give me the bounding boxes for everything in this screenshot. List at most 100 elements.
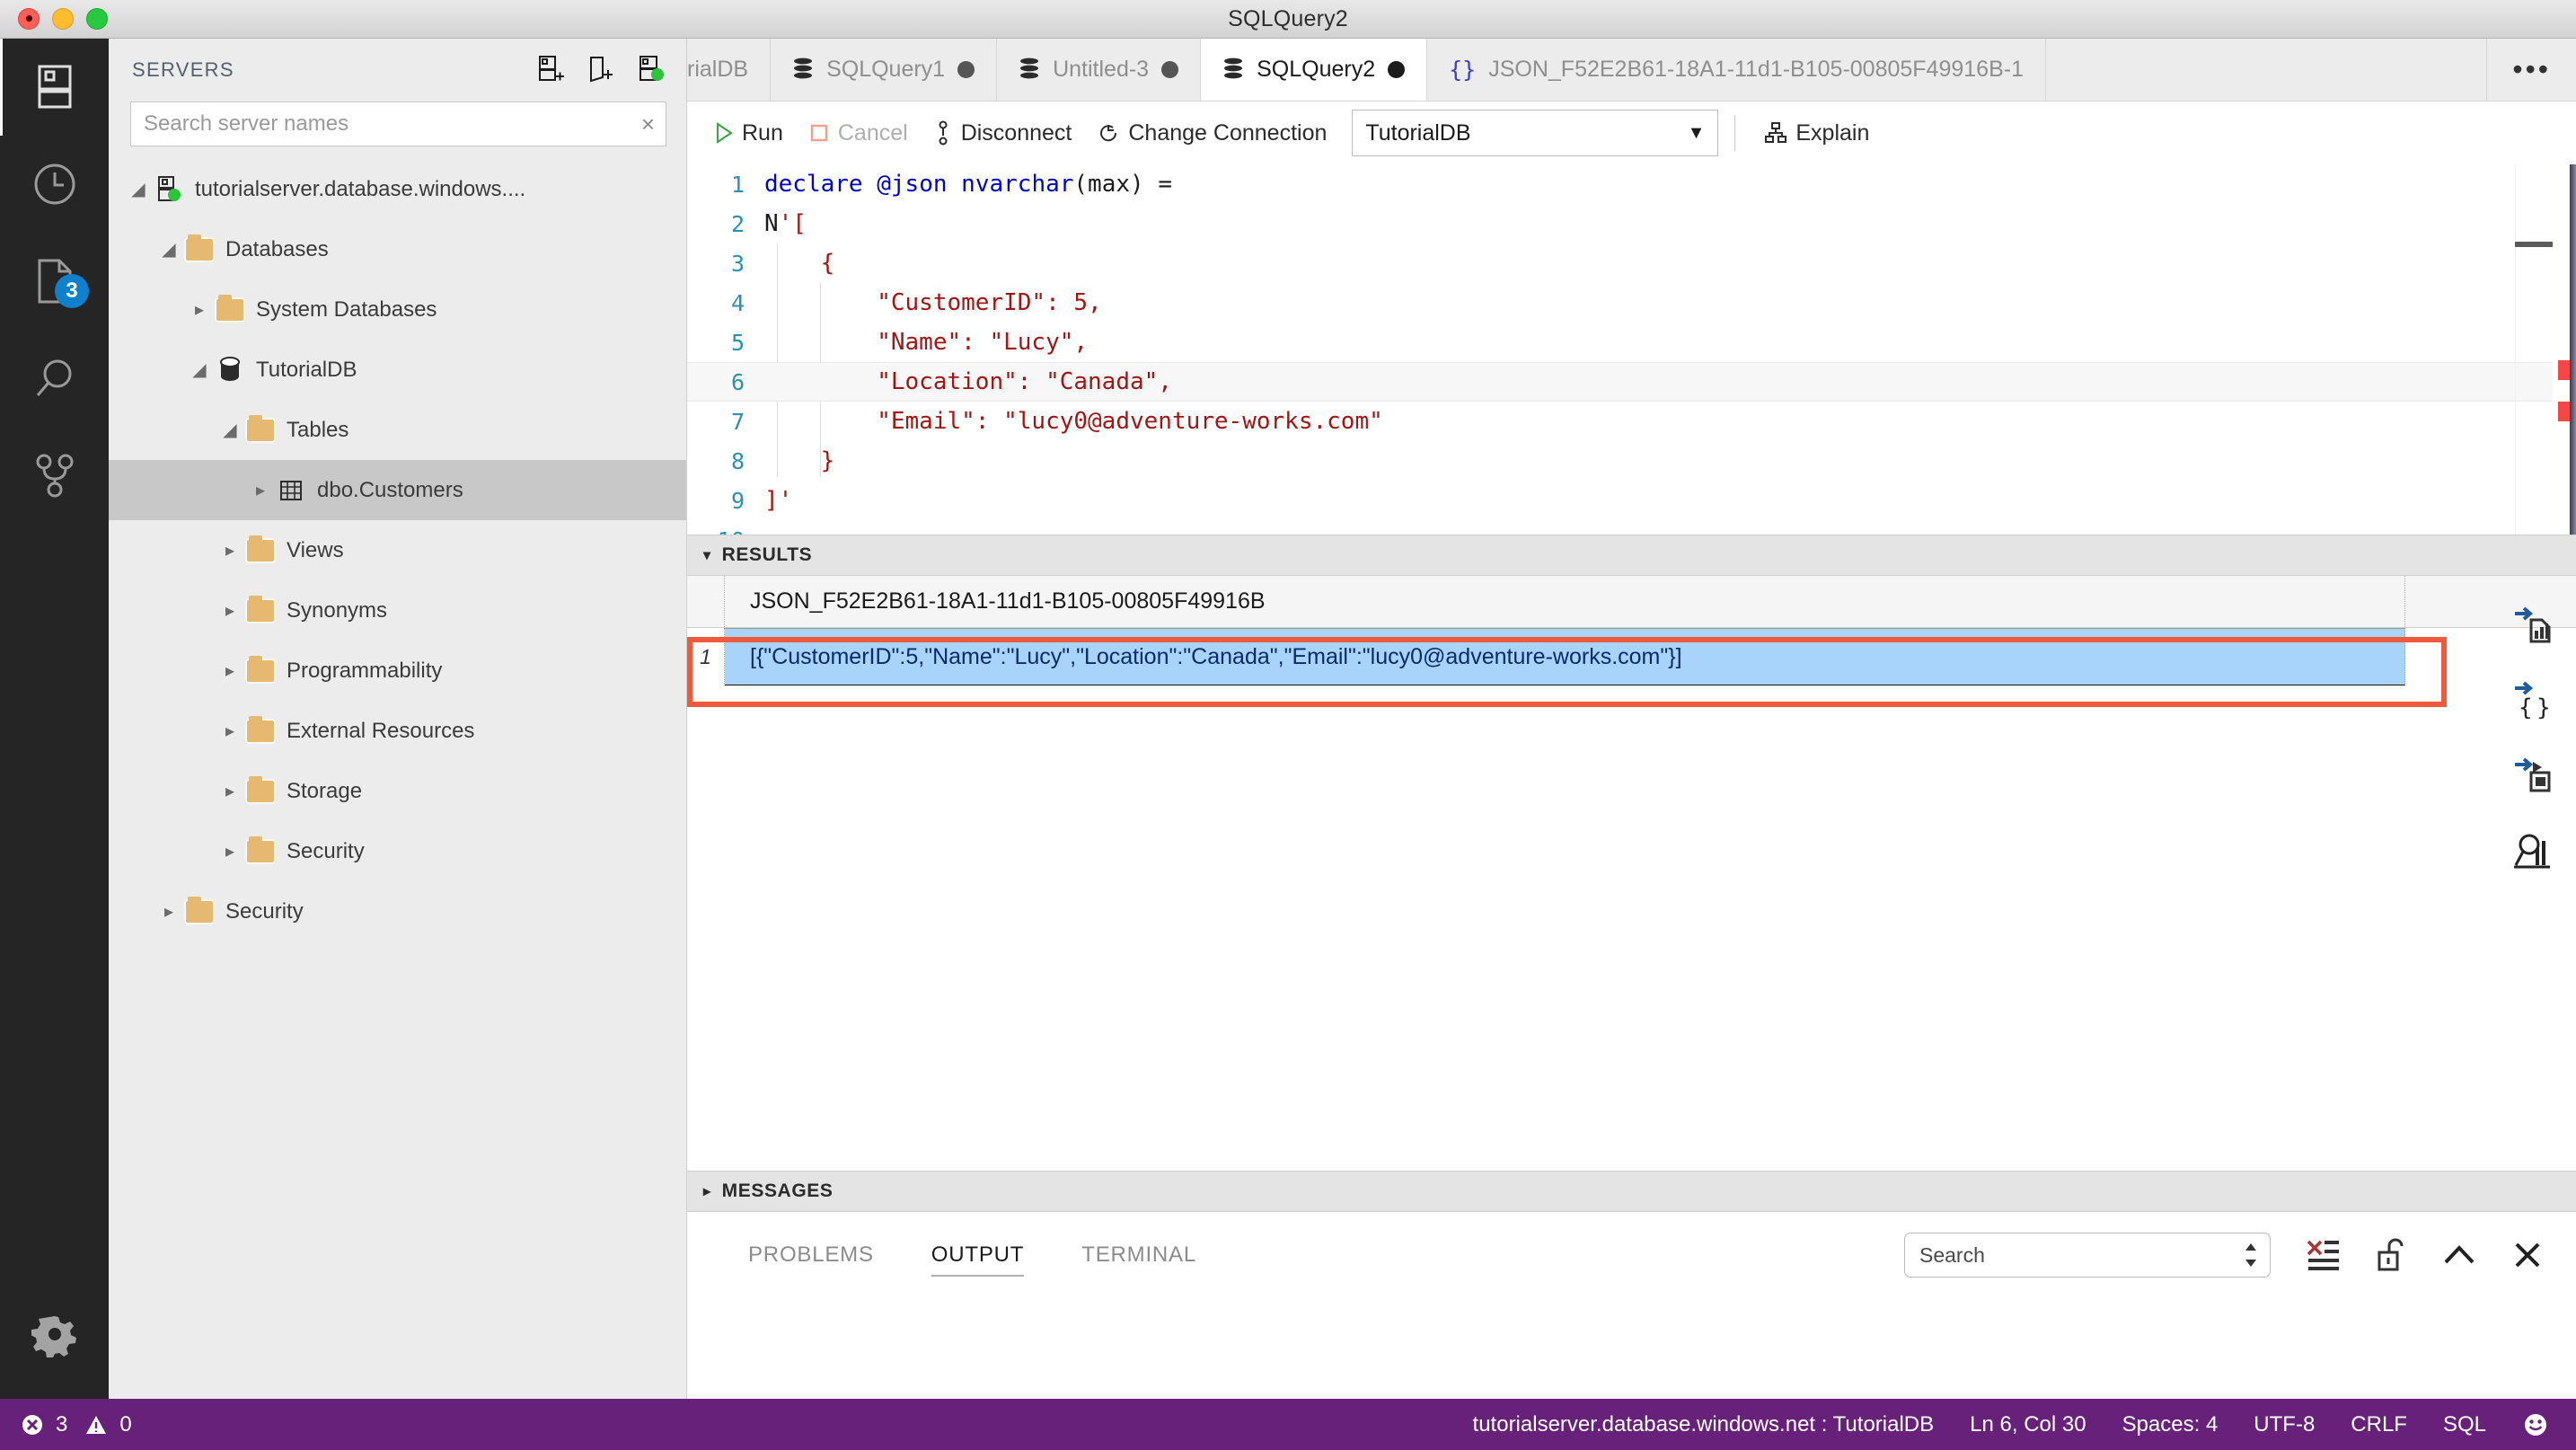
tree-item-programmability[interactable]: ▸ Programmability [109,641,686,701]
tree-item-databases[interactable]: ◢ Databases [109,219,686,279]
output-search-input[interactable] [1919,1242,2243,1268]
chevron-right-icon[interactable]: ▸ [215,659,245,682]
panel-tab-output[interactable]: OUTPUT [903,1212,1053,1298]
messages-panel-header[interactable]: ▸ MESSAGES [687,1171,2576,1212]
tree-item-views[interactable]: ▸ Views [109,520,686,580]
tree-item-system-databases[interactable]: ▸ System Databases [109,279,686,340]
activity-item-search[interactable] [0,330,109,427]
code-line[interactable]: 9]' [687,481,2576,520]
tree-item-security[interactable]: ▸ Security [109,881,686,942]
sql-editor[interactable]: 1 declare @json nvarchar(max) = 2 N'[3 {4 "… [687,164,2576,535]
disconnect-button[interactable]: Disconnect [921,120,1085,146]
tree-item-tables[interactable]: ◢ Tables [109,400,686,460]
chevron-right-icon[interactable]: ▸ [215,840,245,862]
smiley-icon[interactable] [2522,1411,2549,1438]
status-encoding[interactable]: UTF-8 [2254,1412,2315,1437]
view-as-chart-button[interactable] [2508,827,2558,872]
status-eol[interactable]: CRLF [2351,1412,2407,1437]
line-number: 6 [730,368,745,395]
dirty-indicator[interactable] [957,61,975,78]
editor-tab-untitled-3[interactable]: Untitled-3 [997,39,1202,101]
code-line[interactable]: 7 "Email": "lucy0@adventure-works.com" [687,402,2576,441]
result-cell[interactable]: [{"CustomerID":5,"Name":"Lucy","Location… [725,628,2405,685]
panel-tab-problems[interactable]: PROBLEMS [719,1212,903,1298]
code-line[interactable]: 2 N'[ [687,204,2576,243]
folder-icon [247,775,274,802]
tree-item-dbo-customers[interactable]: ▸ dbo.Customers [109,460,686,520]
chevron-down-icon[interactable]: ◢ [184,358,215,381]
save-as-csv-button[interactable] [2508,601,2558,646]
stepper-icon[interactable] [2243,1240,2259,1270]
server-connected-icon[interactable] [638,55,665,85]
editor-scrollbar[interactable] [2570,164,2576,535]
messages-twisty-icon[interactable]: ▸ [703,1182,711,1200]
code-line[interactable]: 6 "Location": "Canada", [687,362,2576,402]
tree-item-tutorialdb[interactable]: ◢ TutorialDB [109,340,686,400]
status-cursor-position[interactable]: Ln 6, Col 30 [1970,1412,2086,1437]
status-indentation[interactable]: Spaces: 4 [2122,1412,2219,1437]
status-problems[interactable]: 3 0 [0,1412,132,1437]
add-server-icon[interactable] [537,55,564,85]
cancel-button[interactable]: Cancel [796,120,921,146]
chevron-right-icon[interactable]: ▸ [215,599,245,622]
editor-minimap[interactable] [2515,164,2553,535]
tree-item-external-resources[interactable]: ▸ External Resources [109,701,686,761]
chevron-down-icon[interactable]: ◢ [215,419,245,441]
code-line[interactable]: 1 declare @json nvarchar(max) = [687,164,2576,204]
chevron-right-icon[interactable]: ▸ [215,539,245,561]
code-line[interactable]: 5 "Name": "Lucy", [687,323,2576,362]
results-panel-header[interactable]: ▾ RESULTS [687,535,2576,576]
server-search-box[interactable]: × [130,102,666,146]
dirty-indicator[interactable] [1161,61,1179,78]
tree-item-synonyms[interactable]: ▸ Synonyms [109,580,686,641]
editor-tab-sqlquery1[interactable]: SQLQuery1 [771,39,998,101]
editor-tab-json-f52e2b61-18a1-11d1-b105-00805f49916b-1[interactable]: {} JSON_F52E2B61-18A1-11d1-B105-00805F499… [1427,39,2046,101]
clear-icon[interactable] [2305,1236,2342,1274]
clear-search-icon[interactable]: × [641,111,655,138]
save-as-json-button[interactable]: { } [2508,676,2558,721]
search-input[interactable] [144,111,641,137]
tree-item-security[interactable]: ▸ Security [109,821,686,881]
code-line[interactable]: 10 [687,520,2576,535]
chevron-down-icon[interactable]: ◢ [154,238,184,261]
database-dropdown[interactable]: TutorialDB ▼ [1352,110,1719,156]
run-button[interactable]: Run [701,120,796,146]
editor-tab-rialdb[interactable]: rialDB [687,39,772,101]
tree-item-tutorialserver-database-windows[interactable]: ◢ tutorialserver.database.windows.... [109,159,686,219]
unlock-icon[interactable] [2377,1236,2407,1274]
results-grid[interactable]: JSON_F52E2B61-18A1-11d1-B105-00805F49916… [687,576,2576,1171]
activity-item-history[interactable] [0,136,109,233]
add-folder-icon[interactable] [587,55,614,85]
table-row[interactable]: 1 [{"CustomerID":5,"Name":"Lucy","Locati… [687,628,2576,685]
panel-tab-terminal[interactable]: TERMINAL [1053,1212,1225,1298]
close-icon[interactable] [2511,1239,2544,1271]
save-as-excel-button[interactable] [2508,752,2558,797]
database-icon [220,356,240,381]
chevron-right-icon[interactable]: ▸ [245,479,276,501]
chevron-up-icon[interactable] [2441,1241,2477,1269]
code-line[interactable]: 3 { [687,243,2576,283]
change-connection-button[interactable]: Change Connection [1084,120,1339,146]
tree-item-storage[interactable]: ▸ Storage [109,761,686,821]
status-language-mode[interactable]: SQL [2443,1412,2486,1437]
activity-item-settings[interactable] [0,1286,109,1383]
results-twisty-icon[interactable]: ▾ [703,546,711,564]
activity-item-source-control[interactable] [0,427,109,524]
chevron-right-icon[interactable]: ▸ [215,720,245,742]
chevron-right-icon[interactable]: ▸ [184,298,215,321]
status-connection[interactable]: tutorialserver.database.windows.net : Tu… [1473,1412,1935,1437]
code-line[interactable]: 4 "CustomerID": 5, [687,283,2576,323]
activity-item-servers[interactable] [0,39,109,136]
editor-tab-sqlquery2[interactable]: SQLQuery2 [1201,39,1428,101]
activity-item-open-editors[interactable]: 3 [0,233,109,330]
explain-button[interactable]: Explain [1751,120,1882,146]
source-control-icon [36,454,73,498]
chevron-right-icon[interactable]: ▸ [215,780,245,802]
chevron-down-icon[interactable]: ◢ [123,178,154,200]
chevron-right-icon[interactable]: ▸ [154,900,184,923]
code-line[interactable]: 8 } [687,441,2576,481]
output-search-box[interactable] [1904,1233,2271,1278]
tabs-more-button[interactable]: ••• [2486,39,2576,101]
dirty-indicator[interactable] [1388,61,1406,78]
column-header[interactable]: JSON_F52E2B61-18A1-11d1-B105-00805F49916… [725,576,2405,627]
